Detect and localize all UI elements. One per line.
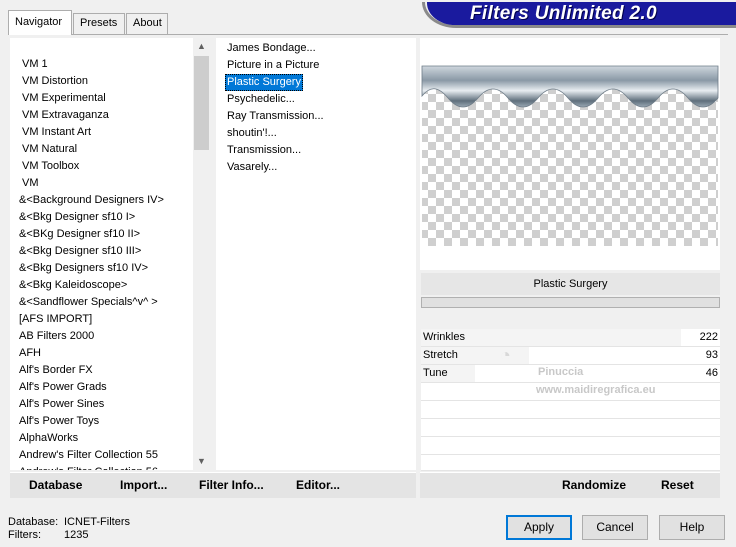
category-item[interactable]: AB Filters 2000 (19, 328, 94, 345)
category-item[interactable]: AFH (19, 345, 41, 362)
filter-item[interactable]: Picture in a Picture (225, 57, 321, 74)
param-value: 46 (705, 367, 718, 379)
watermark-url: www.maidiregrafica.eu (536, 384, 656, 396)
category-item[interactable]: AlphaWorks (19, 430, 78, 447)
param-empty-row (421, 401, 720, 419)
param-label: Tune (423, 367, 448, 379)
filter-info-button[interactable]: Filter Info... (199, 478, 264, 492)
category-item[interactable]: Alf's Power Sines (19, 396, 104, 413)
category-item[interactable]: &<Bkg Designer sf10 I> (19, 209, 135, 226)
param-title: Plastic Surgery (421, 273, 720, 295)
param-empty-row (421, 419, 720, 437)
category-item[interactable]: Alf's Border FX (19, 362, 93, 379)
category-item[interactable]: VM Instant Art (22, 124, 91, 141)
filter-item[interactable]: Transmission... (225, 142, 303, 159)
apply-button[interactable]: Apply (506, 515, 572, 540)
help-button[interactable]: Help (659, 515, 725, 540)
category-item[interactable]: VM 1 (22, 56, 48, 73)
param-empty-row (421, 437, 720, 455)
tab-navigator[interactable]: Navigator (8, 10, 72, 35)
filter-item[interactable]: Vasarely... (225, 159, 279, 176)
watermark-logo-icon: ◔ (500, 345, 511, 365)
left-toolbar: Database Import... Filter Info... Editor… (10, 472, 416, 498)
param-value: 222 (699, 331, 718, 343)
category-item[interactable]: Andrew's Filter Collection 55 (19, 447, 158, 464)
category-item[interactable]: VM Extravaganza (22, 107, 109, 124)
category-list[interactable]: VM 1 VM Distortion VM Experimental VM Extra… (10, 38, 210, 470)
randomize-button[interactable]: Randomize (562, 478, 626, 492)
cancel-button[interactable]: Cancel (582, 515, 648, 540)
category-item[interactable]: VM (22, 175, 39, 192)
reset-button[interactable]: Reset (661, 478, 694, 492)
tab-navigator-label: Navigator (15, 16, 63, 28)
scroll-up-icon[interactable]: ▲ (193, 38, 210, 55)
filter-list[interactable]: James Bondage... Picture in a Picture Plas… (216, 38, 416, 470)
tab-presets-label: Presets (80, 17, 118, 29)
filters-info-label: Filters: (8, 529, 41, 541)
category-item[interactable]: Alf's Power Toys (19, 413, 99, 430)
category-item[interactable]: &<BKg Designer sf10 II> (19, 226, 140, 243)
preview-image (421, 65, 719, 246)
param-row[interactable]: Wrinkles 222 (421, 329, 720, 347)
category-item[interactable]: [AFS IMPORT] (19, 311, 92, 328)
database-button[interactable]: Database (29, 478, 82, 492)
tab-presets[interactable]: Presets (73, 13, 125, 34)
category-item[interactable]: &<Bkg Designer sf10 III> (19, 243, 141, 260)
category-item[interactable]: VM Experimental (22, 90, 106, 107)
category-item[interactable]: &<Bkg Kaleidoscope> (19, 277, 127, 294)
param-value: 93 (705, 349, 718, 361)
filter-item[interactable]: Plastic Surgery (225, 74, 303, 91)
category-item[interactable]: VM Distortion (22, 73, 88, 90)
category-item[interactable]: VM Natural (22, 141, 77, 158)
filter-item[interactable]: shoutin'!... (225, 125, 279, 142)
category-item[interactable]: &<Bkg Designers sf10 IV> (19, 260, 148, 277)
filter-item[interactable]: Psychedelic... (225, 91, 297, 108)
category-item[interactable]: &<Sandflower Specials^v^ > (19, 294, 158, 311)
import-button[interactable]: Import... (120, 478, 167, 492)
param-progress-bar (421, 297, 720, 308)
category-item[interactable]: Alf's Power Grads (19, 379, 107, 396)
scroll-down-icon[interactable]: ▼ (193, 453, 210, 470)
param-empty-row (421, 455, 720, 471)
tab-about[interactable]: About (126, 13, 168, 34)
filter-item[interactable]: James Bondage... (225, 40, 318, 57)
preview-panel (420, 38, 720, 270)
scroll-thumb[interactable] (194, 56, 209, 150)
category-item[interactable]: &<Background Designers IV> (19, 192, 164, 209)
tab-about-label: About (133, 17, 162, 29)
param-label: Stretch (423, 349, 458, 361)
category-scrollbar[interactable]: ▲ ▼ (193, 38, 210, 470)
param-label: Wrinkles (423, 331, 465, 343)
filters-info-value: 1235 (64, 529, 89, 541)
database-info-label: Database: (8, 516, 59, 528)
category-item[interactable]: Andrew's Filter Collection 56 (19, 464, 158, 470)
category-item[interactable]: VM Toolbox (22, 158, 79, 175)
param-row[interactable]: Stretch 93 (421, 347, 720, 365)
editor-button[interactable]: Editor... (296, 478, 340, 492)
banner-title: Filters Unlimited 2.0 (470, 3, 657, 24)
filter-item[interactable]: Ray Transmission... (225, 108, 326, 125)
database-info-value: ICNET-Filters (64, 516, 130, 528)
right-toolbar: Randomize Reset (420, 472, 720, 498)
tab-strip-line (8, 34, 728, 35)
watermark-name: Pinuccia (538, 366, 584, 378)
